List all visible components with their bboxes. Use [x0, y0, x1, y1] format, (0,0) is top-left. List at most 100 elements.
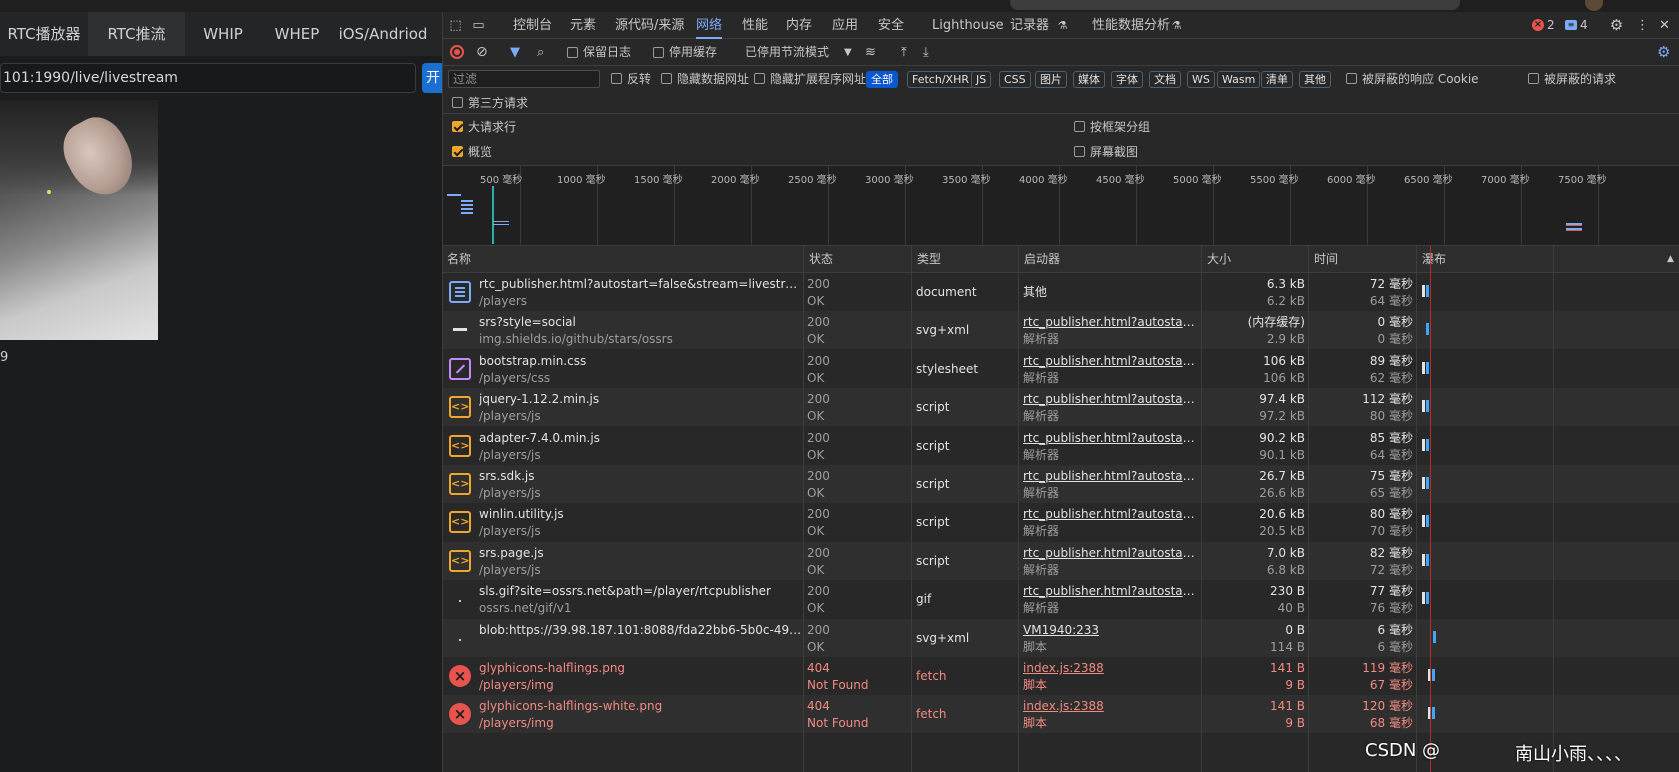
waterfall-bar[interactable] — [1422, 515, 1425, 528]
request-name[interactable]: jquery-1.12.2.min.js — [479, 391, 803, 407]
table-row[interactable]: × glyphicons-halflings.png/players/img 404… — [443, 657, 1679, 695]
request-name[interactable]: srs?style=social — [479, 314, 803, 330]
gear-icon[interactable]: ⚙ — [1609, 18, 1624, 33]
filter-chip-font[interactable]: 字体 — [1111, 71, 1143, 88]
waterfall-bar[interactable] — [1432, 707, 1435, 720]
preserve-log-checkbox[interactable] — [567, 47, 578, 58]
table-row[interactable]: blob:https://39.98.187.101:8088/fda22bb6… — [443, 618, 1679, 657]
waterfall-bar[interactable] — [1432, 669, 1435, 681]
filter-chip-wasm[interactable]: Wasm — [1217, 71, 1261, 88]
throttle-select[interactable]: 已停用节流模式 — [745, 39, 829, 66]
waterfall-bar[interactable] — [1426, 323, 1429, 336]
waterfall-bar[interactable] — [1426, 285, 1429, 297]
initiator-link[interactable]: rtc_publisher.html?autostart=fa... — [1023, 430, 1195, 446]
filter-icon[interactable]: ▼ — [510, 39, 520, 66]
initiator-link[interactable]: 其他 — [1023, 284, 1195, 300]
request-name[interactable]: glyphicons-halflings-white.png — [479, 698, 803, 714]
error-count-icon[interactable]: × — [1532, 19, 1544, 31]
network-settings-icon[interactable]: ⚙ — [1657, 39, 1670, 66]
inspect-element-icon[interactable]: ⬚ — [448, 18, 463, 33]
column-status[interactable]: 状态 — [805, 246, 833, 273]
initiator-link[interactable]: rtc_publisher.html?autostart=fa... — [1023, 314, 1195, 330]
download-icon[interactable]: ⤓ — [923, 39, 929, 66]
screenshots-checkbox[interactable] — [1074, 146, 1085, 157]
nav-tab-ios-android[interactable]: iOS/Andriod — [333, 12, 433, 56]
table-row[interactable]: sls.gif?site=ossrs.net&path=/player/rtcp… — [443, 580, 1679, 618]
search-icon[interactable]: ⌕ — [537, 39, 544, 66]
initiator-link[interactable]: rtc_publisher.html?autostart=fa... — [1023, 583, 1195, 599]
filter-chip-ws[interactable]: WS — [1187, 71, 1215, 88]
initiator-link[interactable]: rtc_publisher.html?autostart=fa... — [1023, 391, 1195, 407]
filter-chip-media[interactable]: 媒体 — [1073, 71, 1105, 88]
tab-memory[interactable]: 内存 — [786, 12, 812, 39]
request-name[interactable]: winlin.utility.js — [479, 506, 803, 522]
initiator-link[interactable]: rtc_publisher.html?autostart=fa... — [1023, 468, 1195, 484]
column-type[interactable]: 类型 — [913, 246, 941, 273]
waterfall-bar[interactable] — [1422, 361, 1425, 374]
group-by-frame-checkbox[interactable] — [1074, 121, 1085, 132]
tab-console[interactable]: 控制台 — [513, 12, 552, 39]
request-name[interactable]: rtc_publisher.html?autostart=false&strea… — [479, 276, 803, 292]
error-count[interactable]: 2 — [1547, 12, 1555, 39]
filter-chip-doc[interactable]: 文档 — [1149, 71, 1181, 88]
request-name[interactable]: adapter-7.4.0.min.js — [479, 430, 803, 446]
waterfall-bar[interactable] — [1433, 630, 1436, 643]
tab-lighthouse[interactable]: Lighthouse — [932, 12, 1004, 39]
more-options-icon[interactable]: ⋮ — [1635, 18, 1650, 33]
start-publish-button[interactable]: 开 — [422, 63, 442, 93]
filter-chip-css[interactable]: CSS — [999, 71, 1031, 88]
upload-icon[interactable]: ⤒ — [901, 39, 907, 66]
initiator-link[interactable]: rtc_publisher.html?autostart=fa... — [1023, 506, 1195, 522]
message-count-icon[interactable]: ≡ — [1565, 20, 1577, 30]
table-row[interactable]: <> winlin.utility.js/players/js 200 OK scrip… — [443, 503, 1679, 541]
waterfall-bar[interactable] — [1422, 553, 1425, 566]
tab-recorder[interactable]: 记录器 — [1010, 12, 1049, 39]
column-name[interactable]: 名称 — [443, 246, 471, 273]
column-initiator[interactable]: 启动器 — [1020, 246, 1060, 273]
table-row[interactable]: × glyphicons-halflings-white.png/players/… — [443, 695, 1679, 734]
blocked-requests-checkbox[interactable] — [1528, 73, 1539, 84]
waterfall-bar[interactable] — [1426, 400, 1429, 413]
initiator-link[interactable]: VM1940:233 — [1023, 622, 1195, 638]
initiator-link[interactable]: rtc_publisher.html?autostart=fa... — [1023, 545, 1195, 561]
filter-input[interactable]: 过滤 — [448, 70, 600, 88]
waterfall-bar[interactable] — [1426, 592, 1429, 605]
tab-performance-insights[interactable]: 性能数据分析 — [1092, 12, 1170, 39]
disable-cache-checkbox[interactable] — [653, 47, 664, 58]
initiator-link[interactable]: index.js:2388 — [1023, 660, 1195, 676]
tab-network[interactable]: 网络 — [696, 12, 723, 39]
initiator-link[interactable]: rtc_publisher.html?autostart=fa... — [1023, 353, 1195, 369]
filter-chip-all[interactable]: 全部 — [866, 71, 898, 88]
hide-data-urls-checkbox[interactable] — [661, 73, 672, 84]
filter-chip-fetch-xhr[interactable]: Fetch/XHR — [907, 71, 974, 88]
third-party-checkbox[interactable] — [452, 97, 463, 108]
tab-performance[interactable]: 性能 — [742, 12, 768, 39]
filter-chip-img[interactable]: 图片 — [1035, 71, 1067, 88]
tab-elements[interactable]: 元素 — [570, 12, 596, 39]
tab-security[interactable]: 安全 — [878, 12, 904, 39]
table-row[interactable]: rtc_publisher.html?autostart=false&strea… — [443, 273, 1679, 311]
request-name[interactable]: blob:https://39.98.187.101:8088/fda22bb6… — [479, 622, 803, 638]
waterfall-bar[interactable] — [1422, 438, 1425, 451]
close-icon[interactable]: ✕ — [1657, 18, 1672, 33]
waterfall-bar[interactable] — [1426, 438, 1429, 451]
waterfall-bar[interactable] — [1426, 515, 1429, 528]
request-name[interactable]: srs.page.js — [479, 545, 803, 561]
big-rows-checkbox[interactable] — [452, 121, 463, 132]
table-row[interactable]: srs?style=social img.shields.io/github/st… — [443, 311, 1679, 350]
stream-url-input[interactable]: 101:1990/live/livestream — [0, 63, 416, 93]
table-row[interactable]: <> srs.sdk.js/players/js 200 OK script rtc_pu… — [443, 465, 1679, 503]
waterfall-bar[interactable] — [1426, 553, 1429, 566]
record-icon[interactable] — [450, 45, 464, 59]
table-row[interactable]: <> adapter-7.4.0.min.js/players/js 200 OK sc… — [443, 427, 1679, 465]
column-waterfall[interactable]: 瀑布 — [1418, 246, 1446, 273]
initiator-link[interactable]: index.js:2388 — [1023, 698, 1195, 714]
filter-chip-manifest[interactable]: 清单 — [1261, 71, 1293, 88]
clear-icon[interactable]: ⊘ — [476, 39, 488, 66]
network-conditions-icon[interactable]: ≋ — [865, 39, 876, 66]
waterfall-bar[interactable] — [1422, 285, 1425, 297]
timeline-overview[interactable]: 500 毫秒 1000 毫秒 1500 毫秒 2000 毫秒 2500 毫秒 3000 毫… — [443, 166, 1679, 246]
request-name[interactable]: glyphicons-halflings.png — [479, 660, 803, 676]
invert-checkbox[interactable] — [611, 73, 622, 84]
waterfall-bar[interactable] — [1426, 477, 1429, 489]
